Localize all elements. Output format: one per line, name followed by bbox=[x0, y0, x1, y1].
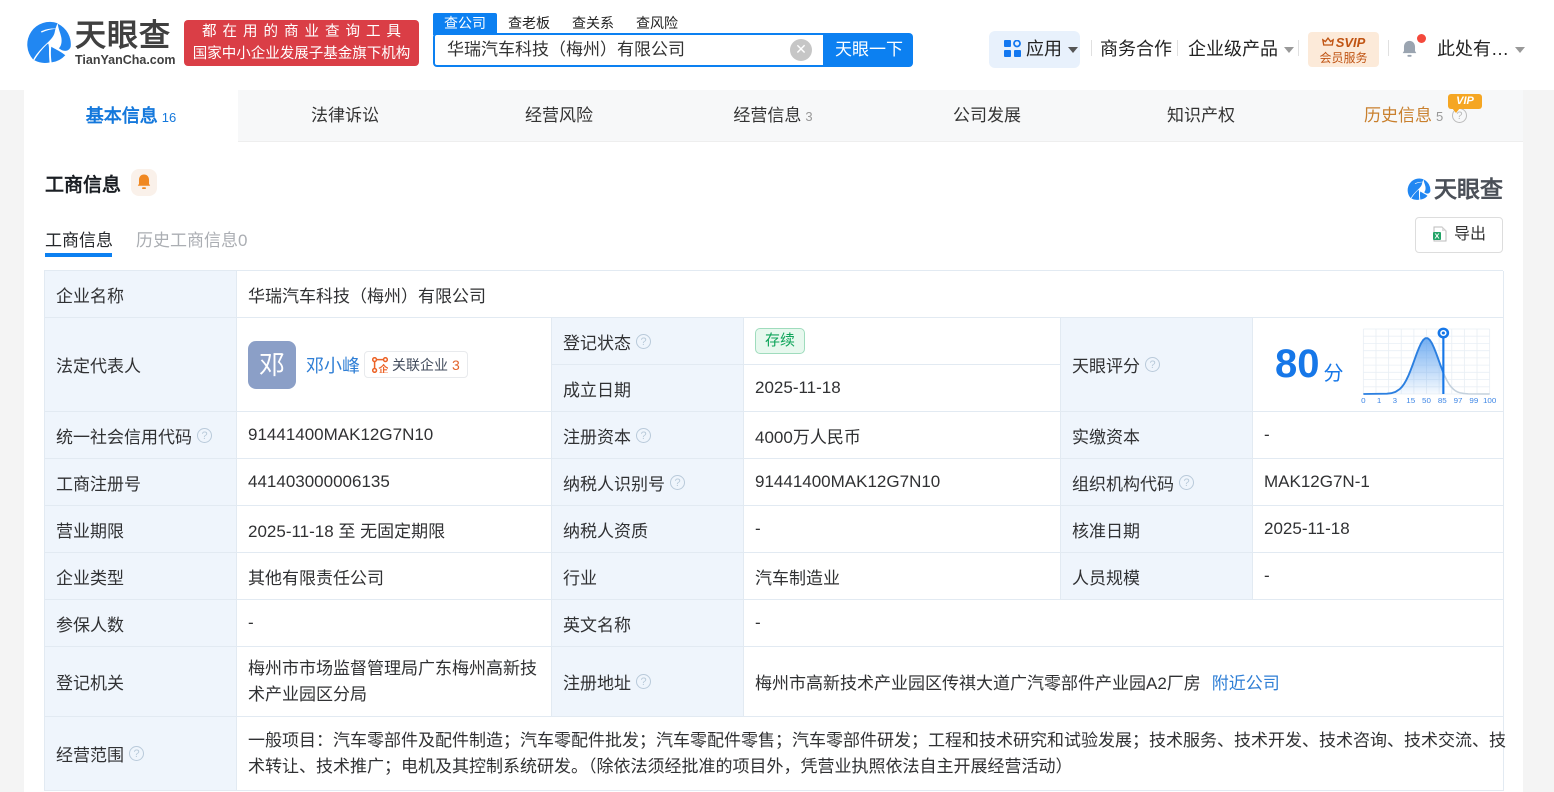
svg-text:100: 100 bbox=[1482, 396, 1495, 405]
svg-text:97: 97 bbox=[1453, 396, 1462, 405]
svg-text:企: 企 bbox=[378, 363, 389, 373]
svg-text:3: 3 bbox=[1392, 396, 1396, 405]
svg-text:50: 50 bbox=[1422, 396, 1431, 405]
svg-text:X: X bbox=[1434, 232, 1439, 241]
svg-text:1: 1 bbox=[1376, 396, 1380, 405]
svg-text:99: 99 bbox=[1469, 396, 1478, 405]
svg-text:85: 85 bbox=[1437, 396, 1446, 405]
svg-text:15: 15 bbox=[1406, 396, 1415, 405]
svg-text:0: 0 bbox=[1361, 396, 1365, 405]
